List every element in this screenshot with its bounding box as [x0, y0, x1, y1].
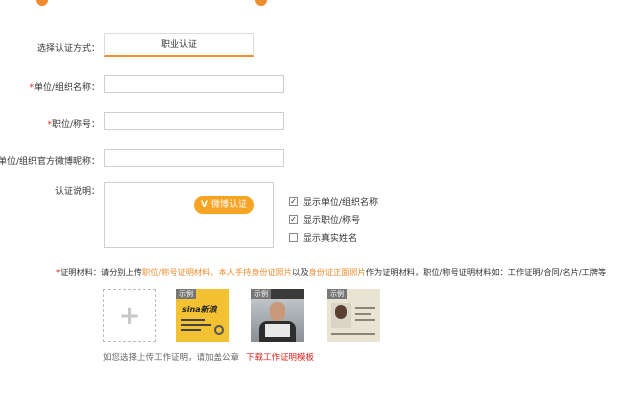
sample-brand-text: sina新浪: [182, 305, 217, 314]
upload-hint: 如您选择上传工作证明，请加盖公章: [103, 353, 240, 363]
weibo-verify-badge: V 微博认证: [194, 196, 254, 214]
checkbox-unchecked-icon[interactable]: [289, 232, 298, 242]
upload-add-button[interactable]: +: [103, 289, 156, 342]
download-template-link[interactable]: 下载工作证明模板: [246, 351, 314, 363]
option-show-title[interactable]: ✓ 显示职位/称号: [289, 213, 360, 226]
id-photo-icon: [335, 305, 347, 319]
weibo-nickname-input[interactable]: [104, 149, 284, 167]
title-input[interactable]: [104, 112, 284, 130]
title-label: *职位/称号：: [47, 120, 100, 130]
sample-work-badge[interactable]: 示例 sina新浪: [176, 289, 229, 342]
checkbox-checked-icon[interactable]: ✓: [289, 196, 298, 206]
magnifier-icon: [214, 325, 224, 335]
person-face-icon: [270, 302, 285, 321]
option-show-real-name[interactable]: 显示真实姓名: [289, 231, 357, 244]
org-name-label: *单位/组织名称：: [29, 83, 100, 93]
description-label: 认证说明：: [54, 187, 100, 197]
materials-label: 证明材料：: [60, 267, 102, 277]
org-name-input[interactable]: [104, 75, 284, 93]
sample-hand-held-id-photo[interactable]: 示例: [251, 289, 304, 342]
v-badge-icon: V: [201, 200, 208, 210]
step-dot-1: [36, 0, 48, 6]
checkbox-checked-icon[interactable]: ✓: [289, 214, 298, 224]
method-label: 选择认证方式：: [36, 44, 100, 54]
id-card-icon: [265, 324, 290, 337]
materials-highlight-2: 身份证正面照片: [308, 267, 366, 277]
sample-id-card-front[interactable]: 示例: [327, 289, 380, 342]
materials-highlight-1: 职位/称号证明材料、本人手持身份证照片: [142, 267, 293, 277]
description-textarea[interactable]: [104, 182, 274, 248]
option-show-org[interactable]: ✓ 显示单位/组织名称: [289, 195, 378, 208]
tab-career-verification[interactable]: 职业认证: [104, 33, 254, 57]
plus-icon: +: [118, 300, 141, 331]
sample-tag: 示例: [176, 289, 196, 299]
step-dot-2: [255, 0, 267, 6]
weibo-nickname-label: 单位/组织官方微博昵称：: [0, 157, 100, 167]
materials-instructions: *证明材料：请分别上传职位/称号证明材料、本人手持身份证照片以及身份证正面照片作…: [56, 267, 607, 277]
